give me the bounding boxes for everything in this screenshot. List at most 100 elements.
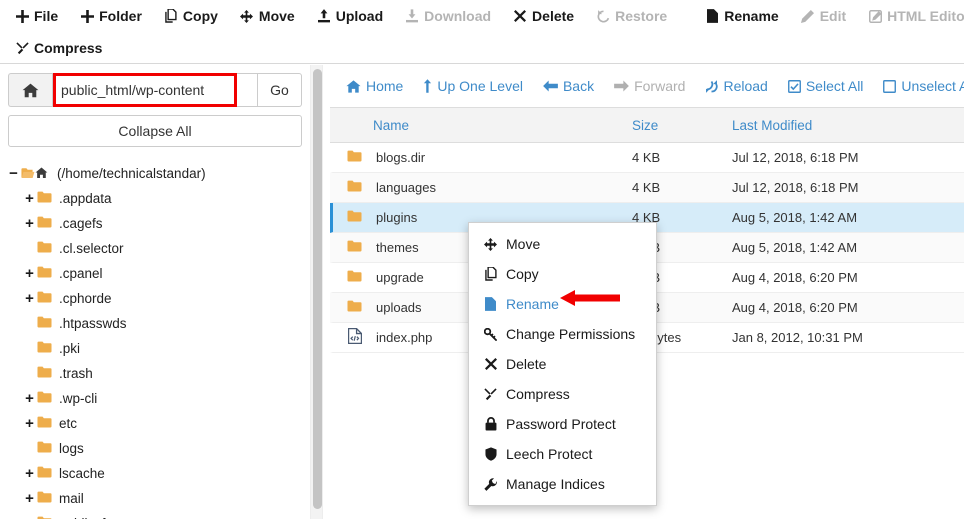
tree-item-label: .wp-cli bbox=[59, 391, 97, 406]
tree-expand-icon[interactable]: + bbox=[23, 391, 36, 406]
file-toolbar-back[interactable]: Back bbox=[533, 65, 604, 108]
folder-icon bbox=[37, 266, 52, 281]
toolbar-button-restore: Restore bbox=[585, 0, 678, 32]
tree-collapse-icon[interactable]: − bbox=[7, 166, 20, 181]
folder-icon bbox=[347, 270, 362, 285]
tree-item-htpasswds[interactable]: .htpasswds bbox=[7, 311, 310, 336]
sidebar-scrollbar-thumb[interactable] bbox=[313, 69, 322, 509]
file-modified-label: Aug 4, 2018, 6:20 PM bbox=[732, 270, 964, 285]
file-toolbar-unselect-all[interactable]: Unselect All bbox=[873, 65, 964, 108]
context-menu-rename[interactable]: Rename bbox=[469, 289, 656, 319]
folder-icon bbox=[37, 366, 52, 381]
file-row-languages[interactable]: languages4 KBJul 12, 2018, 6:18 PM bbox=[330, 173, 964, 203]
lock-icon bbox=[483, 417, 498, 431]
context-menu-label: Compress bbox=[506, 386, 570, 402]
path-navigation-bar: Go bbox=[0, 65, 310, 107]
toolbar-button-download: Download bbox=[394, 0, 502, 32]
toolbar-button-delete[interactable]: Delete bbox=[502, 0, 585, 32]
html-editor-icon bbox=[868, 10, 882, 23]
file-size-label: 4 KB bbox=[632, 180, 732, 195]
tree-item-logs[interactable]: logs bbox=[7, 436, 310, 461]
tree-item-lscache[interactable]: +lscache bbox=[7, 461, 310, 486]
file-toolbar-select-all[interactable]: Select All bbox=[778, 65, 874, 108]
file-toolbar-reload[interactable]: Reload bbox=[695, 65, 777, 108]
tree-item-mail[interactable]: +mail bbox=[7, 486, 310, 511]
path-input[interactable] bbox=[52, 73, 258, 107]
toolbar-button-rename[interactable]: Rename bbox=[694, 0, 789, 32]
toolbar-button-file[interactable]: File bbox=[4, 0, 69, 32]
context-menu-label: Move bbox=[506, 236, 540, 252]
tree-item-appdata[interactable]: +.appdata bbox=[7, 186, 310, 211]
context-menu-label: Manage Indices bbox=[506, 476, 605, 492]
tree-item-label: .pki bbox=[59, 341, 80, 356]
tree-item-clselector[interactable]: .cl.selector bbox=[7, 236, 310, 261]
reload-icon bbox=[705, 80, 718, 93]
delete-x-icon bbox=[513, 10, 527, 22]
context-menu-compress[interactable]: Compress bbox=[469, 379, 656, 409]
file-modified-label: Jul 12, 2018, 6:18 PM bbox=[732, 150, 964, 165]
tree-expand-icon[interactable]: + bbox=[23, 466, 36, 481]
tree-expand-icon[interactable]: + bbox=[23, 191, 36, 206]
context-menu-change-permissions[interactable]: Change Permissions bbox=[469, 319, 656, 349]
toolbar-button-label: Compress bbox=[34, 40, 102, 56]
sidebar-home-button[interactable] bbox=[8, 73, 52, 107]
file-name-label: index.php bbox=[376, 330, 432, 345]
toolbar-button-upload[interactable]: Upload bbox=[306, 0, 394, 32]
tree-item-label: .trash bbox=[59, 366, 93, 381]
context-menu-copy[interactable]: Copy bbox=[469, 259, 656, 289]
tree-item-public_ftp[interactable]: +public_ftp bbox=[7, 511, 310, 519]
plus-icon bbox=[15, 10, 29, 23]
file-toolbar-home[interactable]: Home bbox=[336, 65, 413, 108]
tree-item-pki[interactable]: .pki bbox=[7, 336, 310, 361]
key-icon bbox=[483, 328, 498, 341]
toolbar-button-edit: Edit bbox=[790, 0, 857, 32]
directory-tree: −(/home/technicalstandar)+.appdata+.cage… bbox=[0, 161, 310, 519]
folder-icon bbox=[37, 216, 52, 231]
toolbar-button-move[interactable]: Move bbox=[229, 0, 306, 32]
tree-expand-icon[interactable]: + bbox=[23, 216, 36, 231]
column-header-size[interactable]: Size bbox=[632, 118, 732, 133]
context-menu-manage-indices[interactable]: Manage Indices bbox=[469, 469, 656, 499]
column-header-last-modified[interactable]: Last Modified bbox=[732, 118, 964, 133]
file-toolbar-up-one-level[interactable]: Up One Level bbox=[413, 65, 533, 108]
tree-expand-icon[interactable]: + bbox=[23, 416, 36, 431]
tree-item-cpanel[interactable]: +.cpanel bbox=[7, 261, 310, 286]
tree-item-hometechnicalstandar[interactable]: −(/home/technicalstandar) bbox=[7, 161, 310, 186]
column-header-name[interactable]: Name bbox=[330, 118, 632, 133]
tree-expand-icon[interactable]: + bbox=[23, 291, 36, 306]
toolbar-button-copy[interactable]: Copy bbox=[153, 0, 229, 32]
tree-item-wpcli[interactable]: + .wp-cli bbox=[7, 386, 310, 411]
toolbar-button-folder[interactable]: Folder bbox=[69, 0, 153, 32]
path-input-container bbox=[52, 73, 258, 107]
main-action-toolbar: FileFolderCopy Move UploadDownloadDelete Re… bbox=[0, 0, 964, 64]
tree-expand-icon[interactable]: + bbox=[23, 266, 36, 281]
file-row-icon bbox=[333, 150, 376, 165]
tree-item-etc[interactable]: +etc bbox=[7, 411, 310, 436]
context-menu-label: Copy bbox=[506, 266, 539, 282]
context-menu-label: Rename bbox=[506, 296, 559, 312]
tree-item-label: .cphorde bbox=[59, 291, 112, 306]
tree-item-label: .cagefs bbox=[59, 216, 103, 231]
toolbar-button-compress[interactable]: Compress bbox=[4, 32, 113, 64]
collapse-all-button[interactable]: Collapse All bbox=[8, 115, 302, 147]
tree-item-label: .cl.selector bbox=[59, 241, 124, 256]
tree-expand-icon[interactable]: + bbox=[23, 491, 36, 506]
context-menu-delete[interactable]: Delete bbox=[469, 349, 656, 379]
directory-sidebar: Go Collapse All −(/home/technicalstandar… bbox=[0, 65, 310, 519]
tree-item-cphorde[interactable]: + .cphorde bbox=[7, 286, 310, 311]
tree-item-trash[interactable]: .trash bbox=[7, 361, 310, 386]
context-menu-leech-protect[interactable]: Leech Protect bbox=[469, 439, 656, 469]
file-modified-label: Aug 4, 2018, 6:20 PM bbox=[732, 300, 964, 315]
toolbar-button-label: Move bbox=[259, 8, 295, 24]
context-menu-password-protect[interactable]: Password Protect bbox=[469, 409, 656, 439]
tree-item-cagefs[interactable]: + .cagefs bbox=[7, 211, 310, 236]
context-menu-move[interactable]: Move bbox=[469, 229, 656, 259]
file-row-icon bbox=[333, 328, 376, 347]
back-arrow-icon bbox=[543, 80, 558, 92]
file-row-blogs-dir[interactable]: blogs.dir4 KBJul 12, 2018, 6:18 PM bbox=[330, 143, 964, 173]
checked-box-icon bbox=[788, 80, 801, 93]
context-menu-label: Delete bbox=[506, 356, 546, 372]
sidebar-scrollbar[interactable] bbox=[310, 65, 323, 519]
toolbar-button-label: Restore bbox=[615, 8, 667, 24]
go-button[interactable]: Go bbox=[258, 73, 302, 107]
